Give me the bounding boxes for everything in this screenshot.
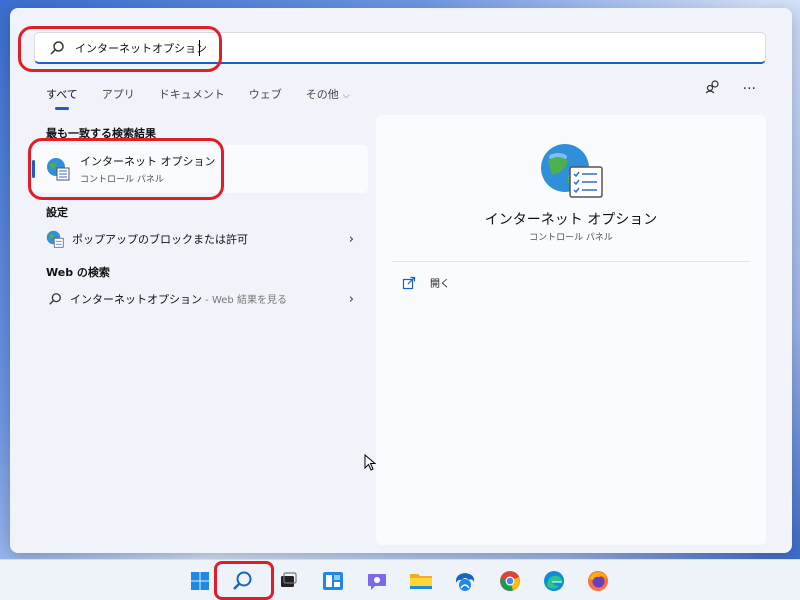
detail-pane: インターネット オプション コントロール パネル 開く [376, 115, 766, 545]
tab-documents[interactable]: ドキュメント [159, 86, 225, 102]
best-match-text: インターネット オプション コントロール パネル [80, 153, 216, 185]
edge-icon[interactable] [541, 568, 567, 594]
search-panel: すべて アプリ ドキュメント ウェブ その他⌵ ··· 最も一致する検索結果 イ… [10, 8, 792, 553]
text-caret [199, 39, 200, 56]
account-switch-icon[interactable] [705, 80, 721, 98]
tab-apps[interactable]: アプリ [102, 86, 135, 102]
app-icon[interactable] [452, 568, 478, 594]
internet-options-icon [47, 158, 70, 181]
web-search-query: インターネットオプション [70, 293, 202, 306]
best-match-subtitle: コントロール パネル [80, 175, 164, 185]
selection-indicator [32, 160, 35, 178]
open-external-icon [402, 276, 416, 289]
web-search-suffix: - Web 結果を見る [202, 295, 287, 306]
chevron-down-icon: ⌵ [342, 91, 350, 101]
search-icon[interactable] [229, 568, 255, 594]
best-match-title: インターネット オプション [80, 155, 216, 168]
best-match-heading: 最も一致する検索結果 [46, 127, 156, 140]
search-box[interactable] [34, 32, 766, 64]
internet-options-small-icon [46, 230, 64, 248]
web-search-heading: Web の検索 [46, 266, 110, 279]
search-input[interactable] [73, 40, 677, 55]
more-options-icon[interactable]: ··· [743, 81, 756, 97]
web-search-label: インターネットオプション - Web 結果を見る [70, 291, 287, 307]
internet-options-large-icon [541, 144, 603, 198]
filter-tabs: すべて アプリ ドキュメント ウェブ その他 ⌵ [46, 80, 374, 108]
web-search-item[interactable]: インターネットオプション - Web 結果を見る › [32, 286, 368, 312]
settings-popup-blocker-item[interactable]: ポップアップのブロックまたは許可 › [32, 226, 368, 252]
teams-chat-icon[interactable] [364, 568, 390, 594]
settings-heading: 設定 [46, 206, 68, 219]
taskbar [0, 559, 800, 600]
firefox-icon[interactable] [585, 568, 611, 594]
detail-divider [392, 261, 750, 262]
open-action-label: 開く [430, 279, 450, 290]
tab-web[interactable]: ウェブ [249, 86, 282, 102]
search-icon [50, 40, 64, 55]
chevron-right-icon: › [348, 291, 354, 307]
detail-subtitle: コントロール パネル [529, 233, 613, 243]
open-action[interactable]: 開く [402, 275, 450, 290]
tab-more-label: その他 [305, 88, 339, 101]
chevron-right-icon: › [348, 231, 354, 247]
best-match-result[interactable]: インターネット オプション コントロール パネル [32, 145, 368, 193]
widgets-icon[interactable] [320, 568, 346, 594]
top-right-icons: ··· [705, 80, 756, 98]
chrome-icon[interactable] [497, 568, 523, 594]
task-view-icon[interactable] [275, 568, 301, 594]
tab-more[interactable]: その他 ⌵ [306, 86, 350, 102]
tab-all[interactable]: すべて [46, 86, 78, 102]
windows-start-icon[interactable] [187, 568, 213, 594]
mouse-cursor-icon [364, 454, 377, 471]
search-icon [49, 293, 61, 305]
settings-item-label: ポップアップのブロックまたは許可 [72, 233, 248, 246]
file-explorer-icon[interactable] [408, 568, 434, 594]
detail-title: インターネット オプション [484, 212, 658, 228]
